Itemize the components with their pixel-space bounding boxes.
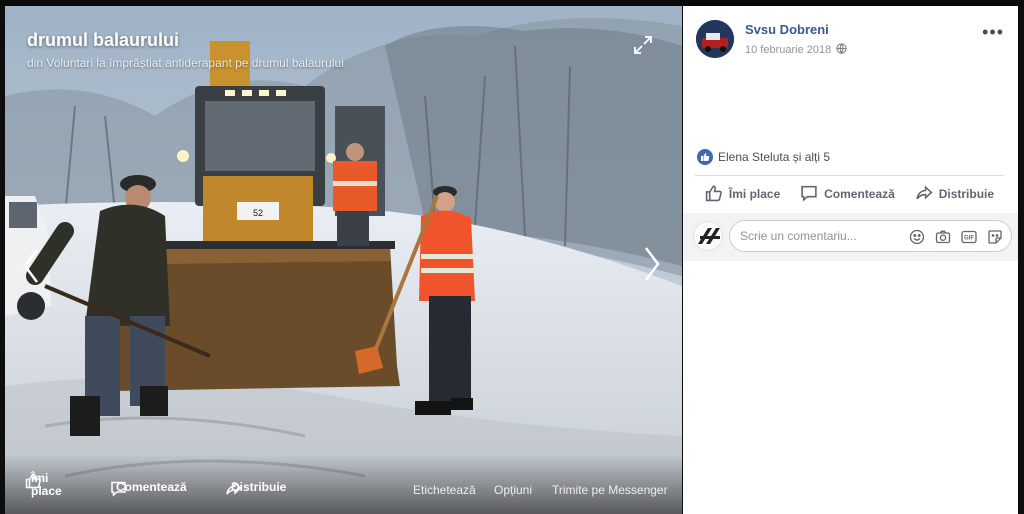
author-avatar[interactable] [696, 20, 734, 58]
divider [695, 175, 1004, 176]
photo-comment-button[interactable]: Comentează [110, 480, 187, 497]
comment-input[interactable] [740, 227, 900, 245]
sticker-icon[interactable] [986, 228, 1003, 245]
comment-button[interactable]: Comentează [800, 184, 895, 205]
photo-image: 52 [5, 6, 682, 514]
emoji-icon[interactable] [908, 228, 925, 245]
options-link[interactable]: Opțiuni [494, 483, 532, 497]
comment-icon [800, 184, 818, 205]
reactions-summary[interactable]: Elena Steluta și alți 5 [697, 149, 830, 165]
author-name[interactable]: Svsu Dobreni [745, 22, 829, 37]
camera-icon[interactable] [934, 228, 951, 245]
globe-icon[interactable] [836, 43, 847, 57]
photo-viewer: 52 drumul balaurului din Voluntari la îm… [0, 0, 1024, 514]
tag-photo-link[interactable]: Etichetează [413, 483, 476, 497]
send-in-messenger-link[interactable]: Trimite pe Messenger [552, 483, 668, 497]
previous-photo-icon[interactable] [19, 246, 43, 286]
post-date[interactable]: 10 februarie 2018 [745, 44, 831, 56]
svg-text:GIF: GIF [964, 235, 974, 241]
share-button[interactable]: Distribuie [915, 184, 994, 205]
photo-share-button[interactable]: Distribuie [225, 480, 286, 495]
reactions-text: Elena Steluta și alți 5 [718, 150, 831, 164]
photo-like-button[interactable]: Îmi place [25, 472, 62, 498]
comment-box[interactable]: GIF [729, 220, 1012, 252]
thumbs-up-icon [705, 184, 723, 205]
post-details-panel: Svsu Dobreni 10 februarie 2018 ••• Elena… [683, 6, 1018, 514]
more-options-icon[interactable]: ••• [982, 22, 1004, 43]
photo-description: din Voluntari la împrăștiat antiderapant… [27, 56, 344, 70]
like-reaction-icon [697, 149, 713, 165]
next-photo-icon[interactable] [640, 244, 664, 284]
gif-icon[interactable]: GIF [960, 228, 977, 245]
photo-action-bar: Îmi place Comentează Distribuie Etichete… [5, 454, 682, 514]
share-icon [915, 184, 933, 205]
like-button[interactable]: Îmi place [705, 184, 780, 205]
post-meta: 10 februarie 2018 [745, 43, 847, 57]
photo-stage[interactable]: 52 drumul balaurului din Voluntari la îm… [5, 6, 682, 514]
comment-tools: GIF [908, 228, 1003, 245]
comment-composer: GIF [683, 213, 1018, 261]
post-actions: Îmi place Comentează Distribuie [695, 178, 1004, 210]
current-user-avatar[interactable] [693, 221, 723, 251]
plate-number: 52 [253, 208, 263, 218]
expand-icon[interactable] [632, 34, 654, 56]
photo-title: drumul balaurului [27, 30, 180, 50]
